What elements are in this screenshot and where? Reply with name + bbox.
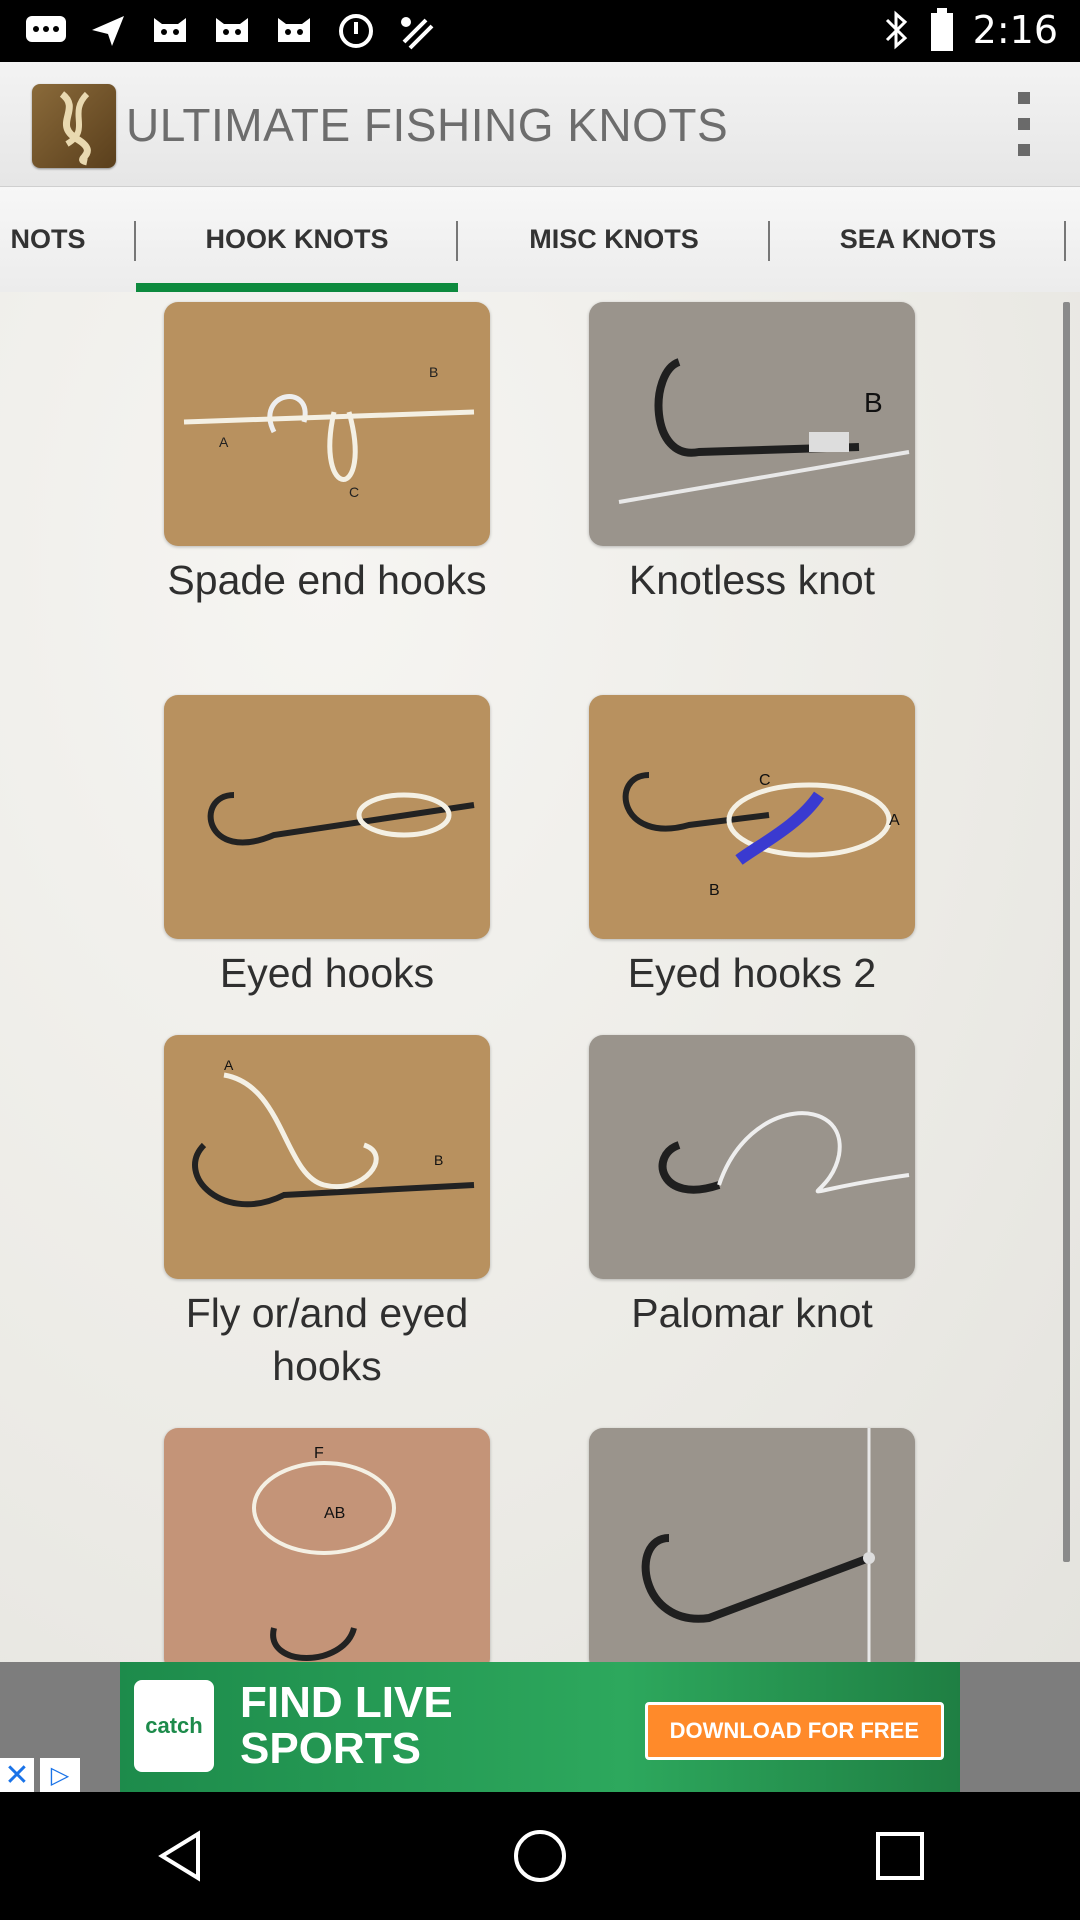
eyed-hooks-2-image: C A B (589, 695, 915, 939)
recents-icon[interactable] (855, 1811, 945, 1901)
home-icon[interactable] (495, 1811, 585, 1901)
hook-line-image (589, 1428, 915, 1662)
battery-icon (930, 8, 953, 51)
tab-label: HOOK KNOTS (205, 224, 389, 254)
knot-card-hook-line[interactable] (589, 1428, 915, 1662)
tab-misc-knots[interactable]: MISC KNOTS (458, 187, 770, 292)
knot-label: Eyed hooks 2 (627, 950, 877, 996)
back-icon[interactable] (135, 1811, 225, 1901)
svg-text:B: B (864, 387, 883, 418)
ad-headline: FIND LIVE SPORTS (240, 1678, 453, 1773)
tab-other-knots[interactable]: NOTS (0, 187, 136, 292)
tab-label: NOTS (10, 224, 86, 254)
knot-label: Spade end hooks (167, 557, 487, 603)
svg-text:C: C (759, 772, 771, 789)
svg-text:A: A (889, 812, 900, 829)
tab-hook-knots[interactable]: HOOK KNOTS (136, 187, 458, 292)
knot-card-fly-eyed-hooks[interactable]: AB Fly or/and eyed hooks (164, 1035, 490, 1393)
knot-grid[interactable]: ABC Spade end hooks B Knotless knot Eyed… (0, 292, 1080, 1662)
svg-text:A: A (224, 1057, 234, 1073)
svg-text:AB: AB (324, 1505, 345, 1522)
knot-logo-icon (32, 84, 116, 168)
ad-close-icon[interactable]: ✕ (0, 1758, 34, 1792)
alarm-icon (339, 14, 373, 48)
knot-label: Knotless knot (628, 557, 876, 603)
tab-sea-knots[interactable]: SEA KNOTS (770, 187, 1066, 292)
message-icon (26, 16, 66, 42)
overflow-menu-icon[interactable] (1004, 92, 1044, 156)
knot-label: Palomar knot (631, 1290, 873, 1336)
bluetooth-icon (885, 10, 907, 50)
status-bar: 2:16 (0, 0, 1080, 62)
svg-text:B: B (709, 882, 720, 899)
cat-face-icon (154, 18, 186, 42)
knot-card-eyed-hooks-2[interactable]: C A B Eyed hooks 2 (589, 695, 915, 1000)
navigation-icon (92, 16, 124, 46)
app-title: ULTIMATE FISHING KNOTS (126, 99, 729, 151)
knot-card-diagram[interactable]: F AB (164, 1428, 490, 1662)
knot-label: Fly or/and eyed hooks (185, 1290, 469, 1389)
satellite-icon (401, 17, 434, 50)
ad-download-button[interactable]: DOWNLOAD FOR FREE (644, 1702, 944, 1760)
palomar-knot-image (589, 1035, 915, 1279)
svg-text:C: C (349, 484, 359, 500)
ad-creative[interactable]: catch FIND LIVE SPORTS DOWNLOAD FOR FREE (120, 1662, 960, 1792)
svg-text:B: B (434, 1152, 443, 1168)
svg-text:F: F (314, 1445, 324, 1462)
ad-banner[interactable]: catch FIND LIVE SPORTS DOWNLOAD FOR FREE… (0, 1662, 1080, 1792)
knot-card-spade-end-hooks[interactable]: A B C Spade end hooks (164, 302, 490, 607)
knot-diagram-image: F AB (164, 1428, 490, 1662)
tab-bar: NOTS HOOK KNOTS MISC KNOTS SEA KNOTS (0, 187, 1080, 293)
notification-icons (24, 12, 440, 50)
cat-face-icon (216, 18, 248, 42)
scrollbar[interactable] (1063, 302, 1070, 1562)
tab-label: MISC KNOTS (529, 224, 699, 254)
svg-text:A: A (219, 434, 229, 450)
cat-face-icon (278, 18, 310, 42)
spade-end-hooks-image: A B C (164, 302, 490, 546)
knot-card-palomar-knot[interactable]: Palomar knot (589, 1035, 915, 1340)
app-bar: ULTIMATE FISHING KNOTS (0, 62, 1080, 187)
knot-card-knotless-knot[interactable]: B Knotless knot (589, 302, 915, 607)
fly-eyed-hooks-image: AB (164, 1035, 490, 1279)
tab-label: SEA KNOTS (839, 224, 997, 254)
eyed-hooks-image (164, 695, 490, 939)
knotless-knot-image: B (589, 302, 915, 546)
clock: 2:16 (972, 8, 1058, 52)
ad-info-icon[interactable]: ▷ (40, 1758, 80, 1792)
system-status: 2:16 (881, 8, 1058, 52)
svg-text:B: B (429, 364, 438, 380)
ad-brand-logo: catch (134, 1680, 214, 1772)
navigation-bar (0, 1792, 1080, 1920)
active-tab-indicator (136, 283, 458, 292)
knot-card-eyed-hooks[interactable]: Eyed hooks (164, 695, 490, 1000)
knot-label: Eyed hooks (219, 950, 435, 996)
